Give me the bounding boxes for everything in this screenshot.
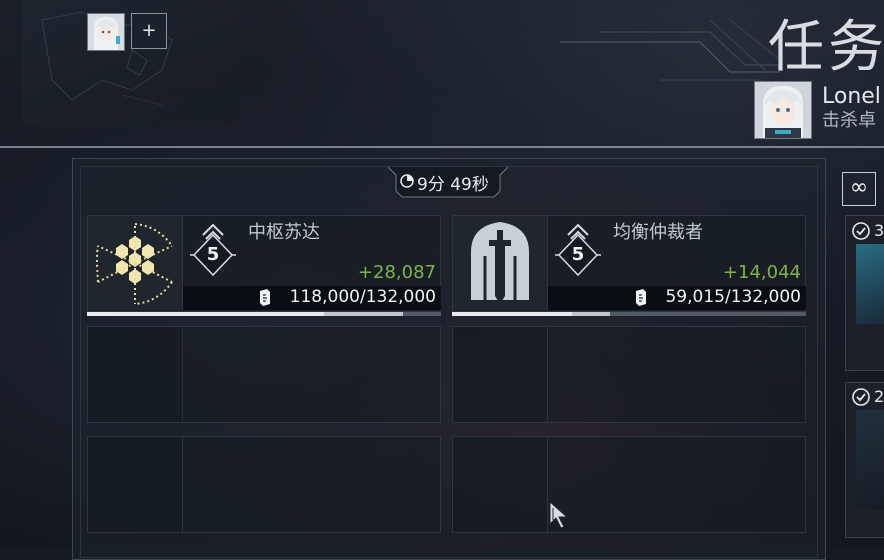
player-avatar[interactable] — [754, 81, 812, 139]
boss-progress-fill — [87, 312, 325, 316]
side-card-number: 3 — [874, 221, 884, 240]
timer-icon — [400, 174, 414, 188]
side-card-number: 2 — [874, 387, 884, 406]
boss-rank: 5 — [571, 244, 585, 265]
side-card-image — [856, 244, 884, 324]
boss-progress-fill — [452, 312, 573, 316]
infinity-button[interactable]: ∞ — [842, 172, 876, 206]
boss-name: 均衡仲裁者 — [613, 222, 703, 243]
score-chip-icon — [636, 289, 646, 306]
boss-score: 59,015/132,000 — [665, 287, 801, 307]
add-squad-member-button[interactable]: + — [131, 13, 167, 49]
page-title: 任务 — [768, 15, 884, 80]
squad-member-avatar[interactable] — [87, 13, 125, 51]
check-circle-icon — [852, 222, 870, 240]
hexagon-core-icon — [88, 216, 183, 310]
player-subtitle: 击杀卓 — [822, 110, 876, 131]
header-decoration — [560, 20, 780, 91]
mouse-cursor-icon — [549, 500, 569, 529]
boss-score: 118,000/132,000 — [289, 287, 436, 307]
header-divider — [0, 146, 884, 148]
boss-score-gain: +28,087 — [357, 262, 436, 283]
infinity-icon: ∞ — [849, 175, 869, 200]
boss-progress-bar — [87, 312, 441, 316]
side-card-image — [856, 410, 884, 510]
check-circle-icon — [852, 388, 870, 406]
empty-slot-icon-area — [452, 326, 548, 423]
boss-name: 中枢苏达 — [248, 222, 320, 243]
boss-progress-bar — [452, 312, 806, 316]
empty-slot-icon-area — [87, 326, 183, 423]
sword-shield-icon — [453, 216, 548, 310]
score-chip-icon — [260, 289, 270, 306]
boss-rank: 5 — [206, 244, 220, 265]
plus-icon: + — [141, 20, 157, 41]
empty-slot-icon-area — [87, 436, 183, 533]
boss-score-gain: +14,044 — [722, 262, 801, 283]
timer-label: 9分 49秒 — [417, 175, 489, 195]
empty-slot-icon-area — [452, 436, 548, 533]
minimap — [22, 0, 238, 124]
